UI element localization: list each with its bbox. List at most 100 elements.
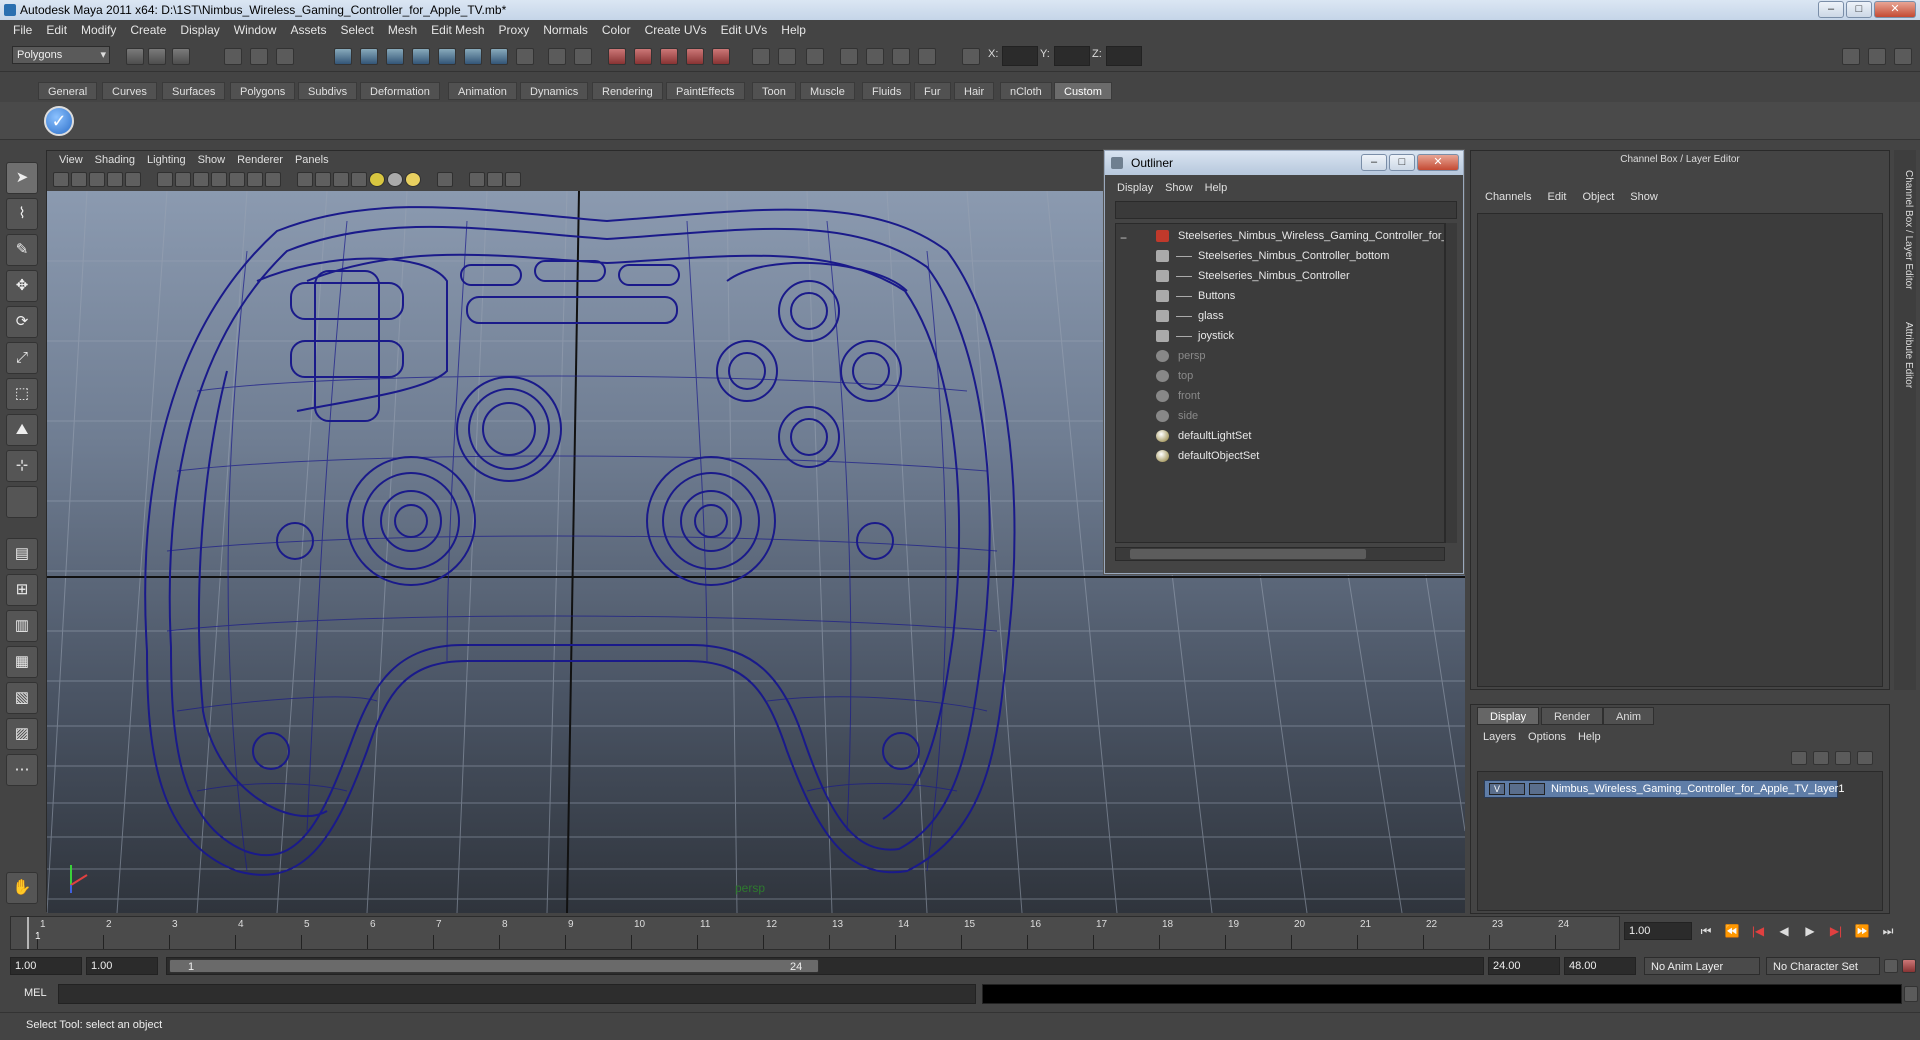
side-tab-attribute-editor[interactable]: Attribute Editor [1896,310,1914,400]
character-set-dropdown[interactable]: No Character Set [1766,957,1880,975]
help-question-icon[interactable] [516,48,534,65]
sculpt-icon[interactable] [778,48,796,65]
shelf-tab-ncloth[interactable]: nCloth [1000,82,1052,100]
menu-edit-mesh[interactable]: Edit Mesh [424,23,491,37]
render-view-icon[interactable] [686,48,704,65]
scale-tool-icon[interactable]: ⤢ [6,342,38,374]
new-layer-empty-icon[interactable] [1791,751,1807,765]
show-manipulator-icon[interactable] [752,48,770,65]
step-back-frame-button[interactable]: |◀ [1748,922,1768,940]
animation-start-field[interactable]: 1.00 [10,957,82,975]
shelf-tab-subdivs[interactable]: Subdivs [298,82,358,100]
panel-menu-shading[interactable]: Shading [89,154,141,166]
layer-row[interactable]: V Nimbus_Wireless_Gaming_Controller_for_… [1484,780,1844,798]
y-field[interactable] [1054,46,1090,66]
paint-select-icon[interactable]: ✎ [6,234,38,266]
outliner-item-persp[interactable]: persp [1156,346,1444,366]
select-component-icon[interactable] [276,48,294,65]
snap-grid-icon[interactable] [334,48,352,65]
panel-menu-lighting[interactable]: Lighting [141,154,192,166]
layout-three-icon[interactable] [1894,48,1912,65]
shelf-tab-polygons[interactable]: Polygons [230,82,296,100]
outliner-item-glass[interactable]: glass [1156,306,1444,326]
select-object-icon[interactable] [250,48,268,65]
cb-menu-edit[interactable]: Edit [1539,191,1574,203]
construction-history-icon[interactable] [490,48,508,65]
outliner-scroll-thumb[interactable] [1130,549,1366,559]
menu-assets[interactable]: Assets [283,23,333,37]
four-pane-layout-icon[interactable]: ⊞ [6,574,38,606]
layer-menu-help[interactable]: Help [1572,731,1607,743]
step-forward-frame-button[interactable]: ▶| [1826,922,1846,940]
go-to-end-button[interactable]: ⏭ [1878,922,1898,940]
shelf-tab-muscle[interactable]: Muscle [800,82,855,100]
range-slider-thumb[interactable]: 1 24 [169,959,819,973]
step-forward-key-button[interactable]: ⏩ [1852,922,1872,940]
gate-mask-icon[interactable] [211,172,227,187]
outliner-toggle-icon[interactable] [918,48,936,65]
mel-input[interactable] [58,984,976,1004]
outliner-maximize-button[interactable]: □ [1389,154,1415,171]
play-backward-button[interactable]: ◀ [1774,922,1794,940]
current-time-field[interactable]: 1.00 [1624,922,1692,940]
menu-help[interactable]: Help [774,23,813,37]
panel-menu-renderer[interactable]: Renderer [231,154,289,166]
output-ops-icon[interactable] [574,48,592,65]
menu-normals[interactable]: Normals [536,23,595,37]
textured-icon[interactable] [351,172,367,187]
shelf-tab-painteffects[interactable]: PaintEffects [666,82,745,100]
outliner-horizontal-scrollbar[interactable] [1115,547,1445,561]
outliner-item-buttons[interactable]: Buttons [1156,286,1444,306]
menu-set-dropdown[interactable]: Polygons [12,46,110,64]
outliner-minimize-button[interactable]: – [1361,154,1387,171]
layer-visibility-toggle[interactable]: V [1489,783,1505,795]
rotate-tool-icon[interactable]: ⟳ [6,306,38,338]
smooth-shade-icon[interactable] [315,172,331,187]
field-chart-icon[interactable] [229,172,245,187]
layer-tab-render[interactable]: Render [1541,707,1604,725]
menu-select[interactable]: Select [333,23,380,37]
layer-menu-options[interactable]: Options [1522,731,1572,743]
layout-icon[interactable] [1842,48,1860,65]
film-gate-icon[interactable] [175,172,191,187]
custom-layout-icon[interactable]: ▨ [6,718,38,750]
history-icon[interactable] [464,48,482,65]
outliner-item-front[interactable]: front [1156,386,1444,406]
outliner-item-top[interactable]: top [1156,366,1444,386]
panel-menu-show[interactable]: Show [192,154,232,166]
wireframe-icon[interactable] [297,172,313,187]
single-pane-layout-icon[interactable]: ▤ [6,538,38,570]
menu-create[interactable]: Create [123,23,173,37]
input-ops-icon[interactable] [548,48,566,65]
panel-menu-view[interactable]: View [53,154,89,166]
channel-box-toggle-icon[interactable] [892,48,910,65]
menu-color[interactable]: Color [595,23,638,37]
select-hierarchy-icon[interactable] [224,48,242,65]
select-tool-icon[interactable]: ➤ [6,162,38,194]
outliner-menu-help[interactable]: Help [1199,182,1234,194]
shelf-tab-animation[interactable]: Animation [448,82,517,100]
outliner-vertical-scrollbar[interactable] [1445,223,1457,543]
cb-menu-show[interactable]: Show [1622,191,1666,203]
render-settings-icon[interactable] [660,48,678,65]
outliner-item-controller[interactable]: Steelseries_Nimbus_Controller [1156,266,1444,286]
snap-point-icon[interactable] [386,48,404,65]
layer-tab-anim[interactable]: Anim [1603,707,1655,725]
menu-edit[interactable]: Edit [39,23,74,37]
paint-brush-icon[interactable]: ✋ [6,872,38,904]
outliner-item-default-object-set[interactable]: defaultObjectSet [1156,446,1444,466]
range-slider[interactable]: 1 24 [166,957,1484,975]
side-tab-channel-box[interactable]: Channel Box / Layer Editor [1896,160,1914,300]
universal-manip-icon[interactable]: ⬚ [6,378,38,410]
outliner-close-button[interactable]: ✕ [1417,154,1459,171]
panel-menu-panels[interactable]: Panels [289,154,335,166]
minimize-button[interactable]: – [1818,1,1844,18]
save-scene-icon[interactable] [172,48,190,65]
camera-attributes-icon[interactable] [71,172,87,187]
outliner-item-controller-bottom[interactable]: Steelseries_Nimbus_Controller_bottom [1156,246,1444,266]
cb-menu-object[interactable]: Object [1574,191,1622,203]
collapse-toggle-icon[interactable]: − [1120,228,1127,248]
last-tool-icon[interactable] [6,486,38,518]
channel-box-attributes[interactable] [1477,213,1883,687]
outliner-title-bar[interactable]: Outliner – □ ✕ [1105,151,1463,175]
